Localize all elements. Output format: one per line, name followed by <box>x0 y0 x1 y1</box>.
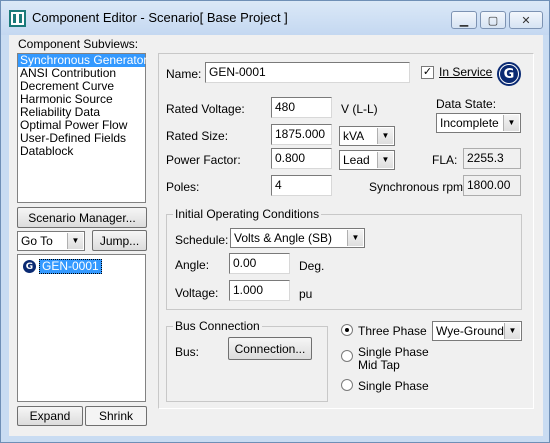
shrink-button[interactable]: Shrink <box>85 406 147 426</box>
radio-single-phase[interactable] <box>341 379 353 391</box>
data-state-select[interactable]: Incomplete ▼ <box>436 113 521 133</box>
rated-voltage-label: Rated Voltage: <box>166 102 245 116</box>
name-label: Name: <box>166 67 202 81</box>
schedule-select[interactable]: Volts & Angle (SB) ▼ <box>230 228 365 248</box>
poles-field[interactable]: 4 <box>271 175 332 196</box>
voltage-label: Voltage: <box>175 286 219 300</box>
rated-size-unit-value: kVA <box>343 129 365 143</box>
generator-type-icon: G <box>497 62 521 86</box>
power-factor-field[interactable]: 0.800 <box>271 148 332 169</box>
rated-size-label: Rated Size: <box>166 129 229 143</box>
voltage-field[interactable]: 1.000 <box>229 280 290 301</box>
expand-button[interactable]: Expand <box>17 406 83 426</box>
chevron-down-icon: ▼ <box>67 233 83 249</box>
rated-size-field[interactable]: 1875.000 <box>271 124 332 145</box>
voltage-unit: pu <box>299 287 313 301</box>
component-tree[interactable]: G GEN-0001 <box>17 254 146 402</box>
grounding-value: Wye-Ground <box>436 324 504 338</box>
fla-label: FLA: <box>432 153 458 167</box>
schedule-label: Schedule: <box>175 233 229 247</box>
rated-voltage-unit: V (L-L) <box>341 102 378 116</box>
sync-rpm-value: 1800.00 <box>463 175 521 196</box>
subviews-list[interactable]: Synchronous Generator ANSI Contribution De… <box>17 53 147 203</box>
angle-label: Angle: <box>175 258 210 272</box>
bus-label: Bus: <box>175 345 200 359</box>
power-factor-mode-select[interactable]: Lead ▼ <box>339 150 395 170</box>
data-state-label: Data State: <box>436 97 497 111</box>
tree-item-gen-0001[interactable]: GEN-0001 <box>39 259 102 274</box>
rated-size-unit-select[interactable]: kVA ▼ <box>339 126 395 146</box>
scenario-manager-button[interactable]: Scenario Manager... <box>17 207 147 228</box>
name-field[interactable]: GEN-0001 <box>205 62 410 83</box>
in-service-label: In Service <box>439 65 493 79</box>
subviews-label: Component Subviews: <box>18 37 139 51</box>
grounding-select[interactable]: Wye-Ground ▼ <box>432 321 522 341</box>
ioc-title: Initial Operating Conditions <box>173 207 322 221</box>
single-phase-label: Single Phase <box>358 379 429 393</box>
in-service-checkbox[interactable]: ✓ <box>421 66 434 79</box>
angle-unit: Deg. <box>299 259 325 273</box>
power-factor-label: Power Factor: <box>166 153 241 167</box>
generator-icon: G <box>23 260 36 273</box>
chevron-down-icon: ▼ <box>504 323 520 339</box>
chevron-down-icon: ▼ <box>377 152 393 168</box>
rated-voltage-field[interactable]: 480 <box>271 97 332 118</box>
jump-button[interactable]: Jump... <box>92 230 147 251</box>
schedule-value: Volts & Angle (SB) <box>234 231 333 245</box>
bus-connection-title: Bus Connection <box>173 319 262 333</box>
fla-value: 2255.3 <box>463 148 521 169</box>
goto-select[interactable]: Go To ▼ <box>17 231 85 251</box>
connection-button[interactable]: Connection... <box>228 337 312 360</box>
chevron-down-icon: ▼ <box>377 128 393 144</box>
poles-label: Poles: <box>166 180 200 194</box>
chevron-down-icon: ▼ <box>503 115 519 131</box>
chevron-down-icon: ▼ <box>347 230 363 246</box>
subview-item[interactable]: Datablock <box>18 145 145 158</box>
sync-rpm-label: Synchronous rpm: <box>369 180 467 194</box>
single-phase-mid-tap-label: Single Phase Mid Tap <box>358 345 429 372</box>
power-factor-mode-value: Lead <box>343 153 370 167</box>
goto-value: Go To <box>21 234 53 248</box>
data-state-value: Incomplete <box>440 116 499 130</box>
angle-field[interactable]: 0.00 <box>229 253 290 274</box>
radio-three-phase[interactable] <box>341 324 353 336</box>
radio-single-phase-mid-tap[interactable] <box>341 350 353 362</box>
three-phase-label: Three Phase <box>358 324 427 338</box>
